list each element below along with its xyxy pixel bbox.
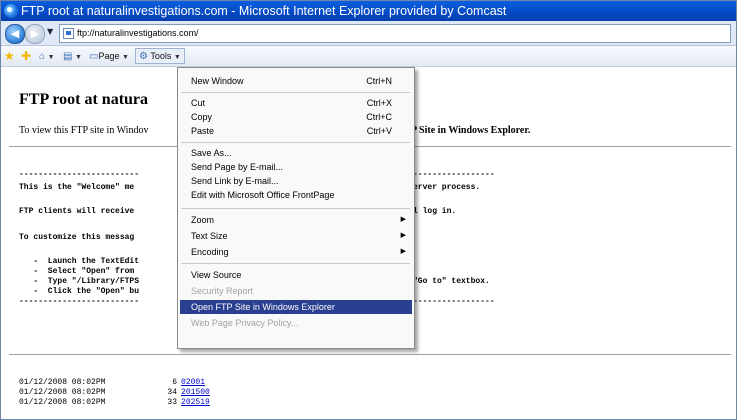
- file-size: 33: [167, 398, 178, 407]
- back-button[interactable]: ◀: [5, 24, 25, 44]
- menu-item-label: Cut: [191, 98, 206, 108]
- menu-item-shortcut: Ctrl+C: [366, 112, 392, 122]
- menu-item-label: Open FTP Site in Windows Explorer: [191, 302, 335, 312]
- page-icon: [63, 28, 74, 39]
- menu-item-send-page[interactable]: Send Page by E-mail...: [180, 160, 412, 174]
- intro-text: To view this FTP site in Windov: [19, 125, 149, 136]
- page-menu-label: Page: [98, 51, 120, 61]
- tools-dropdown-menu: New Window Ctrl+N Cut Ctrl+X Copy Ctrl+C Pa…: [177, 67, 415, 349]
- menu-item-open-ftp-explorer[interactable]: Open FTP Site in Windows Explorer: [180, 300, 412, 314]
- menu-item-label: View Source: [191, 270, 242, 280]
- forward-icon: ▶: [30, 27, 40, 40]
- menu-item-label: Encoding: [191, 247, 229, 257]
- dashes-line: -------------------------: [19, 170, 140, 179]
- menu-item-label: Web Page Privacy Policy...: [191, 318, 299, 328]
- menu-item-label: Save As...: [191, 148, 232, 158]
- menu-item-shortcut: Ctrl+N: [366, 76, 392, 86]
- add-favorites-icon[interactable]: ✚: [21, 49, 31, 63]
- dashes-line: -----------------: [413, 297, 495, 306]
- file-size: 6: [172, 378, 178, 387]
- home-button[interactable]: ⌂ ▼: [39, 49, 55, 63]
- browser-window: FTP root at naturalinvestigations.com - …: [0, 0, 737, 420]
- menu-item-cut[interactable]: Cut Ctrl+X: [180, 96, 412, 110]
- list-item: 01/12/2008 08:02PM 33 202519: [19, 398, 210, 408]
- menu-item-label: New Window: [191, 76, 244, 86]
- menu-item-shortcut: Ctrl+X: [366, 98, 392, 108]
- tools-icon: ⚙: [139, 51, 148, 62]
- page-title: FTP root at natura: [19, 91, 149, 108]
- welcome-line: FTP clients will receive: [19, 207, 135, 216]
- welcome-line: This is the "Welcome" me: [19, 183, 135, 192]
- menu-separator: [181, 208, 410, 209]
- menu-item-view-source[interactable]: View Source: [180, 268, 412, 282]
- file-date: 01/12/2008 08:02PM: [19, 388, 106, 397]
- dashes-line: -------------------------: [19, 297, 140, 306]
- back-icon: ◀: [10, 27, 20, 40]
- menu-item-label: Send Page by E-mail...: [191, 162, 284, 172]
- list-item: 01/12/2008 08:02PM 34 201500: [19, 388, 210, 398]
- dashes-line: -----------------: [413, 170, 495, 179]
- menu-item-text-size[interactable]: Text Size ▶: [180, 229, 412, 243]
- file-date: 01/12/2008 08:02PM: [19, 398, 106, 407]
- menu-item-label: Zoom: [191, 215, 215, 225]
- tools-menu-label: Tools: [150, 51, 172, 61]
- instruction-line: - Click the "Open" bu: [19, 287, 140, 296]
- page-menu-button[interactable]: ▭Page ▼: [89, 49, 129, 63]
- tools-menu-button[interactable]: ⚙ Tools ▼: [135, 48, 185, 64]
- menu-item-label: Paste: [191, 126, 215, 136]
- instruction-line-continued: "Go to" textbox.: [413, 277, 490, 286]
- menu-item-paste[interactable]: Paste Ctrl+V: [180, 124, 412, 138]
- command-bar: ★ ✚ ⌂ ▼ ▤ ▼ ▭Page ▼ ⚙ Tools ▼: [1, 46, 736, 67]
- menu-item-zoom[interactable]: Zoom ▶: [180, 213, 412, 227]
- ie-icon: [4, 4, 18, 18]
- menu-item-new-window[interactable]: New Window Ctrl+N: [180, 74, 412, 88]
- menu-item-label: Security Report: [191, 286, 254, 296]
- print-icon: ▤: [63, 51, 73, 62]
- file-link[interactable]: 202519: [181, 398, 210, 407]
- menu-item-shortcut: Ctrl+V: [366, 126, 392, 136]
- menu-item-encoding[interactable]: Encoding ▶: [180, 245, 412, 259]
- recent-pages-dropdown[interactable]: ▼: [47, 27, 53, 36]
- menu-item-privacy-policy: Web Page Privacy Policy...: [180, 316, 412, 330]
- file-link[interactable]: 201500: [181, 388, 210, 397]
- menu-item-label: Send Link by E-mail...: [191, 176, 279, 186]
- menu-separator: [181, 142, 410, 143]
- menu-item-label: Edit with Microsoft Office FrontPage: [191, 190, 335, 200]
- title-bar: FTP root at naturalinvestigations.com - …: [1, 1, 736, 21]
- address-bar-row: ◀ ▶ ▼ ftp://naturalinvestigations.com/: [1, 21, 736, 46]
- menu-item-security-report: Security Report: [180, 284, 412, 298]
- file-size: 34: [167, 388, 178, 397]
- print-button[interactable]: ▤ ▼: [63, 49, 82, 63]
- menu-item-save-as[interactable]: Save As...: [180, 146, 412, 160]
- divider: [9, 354, 731, 355]
- instruction-line: - Type "/Library/FTPS: [19, 277, 140, 286]
- window-title: FTP root at naturalinvestigations.com - …: [21, 4, 507, 18]
- instruction-line: - Launch the TextEdit: [19, 257, 140, 266]
- home-icon: ⌂: [39, 51, 46, 62]
- menu-item-label: Copy: [191, 112, 213, 122]
- welcome-line-continued: l log in.: [413, 207, 457, 216]
- menu-separator: [181, 92, 410, 93]
- submenu-arrow-icon: ▶: [400, 248, 406, 255]
- menu-separator: [181, 263, 410, 264]
- file-link[interactable]: 02001: [181, 378, 205, 387]
- menu-item-label: Text Size: [191, 231, 228, 241]
- intro-text-continued: P Site in Windows Explorer.: [411, 125, 531, 136]
- file-date: 01/12/2008 08:02PM: [19, 378, 106, 387]
- favorites-star-icon[interactable]: ★: [4, 49, 15, 63]
- submenu-arrow-icon: ▶: [400, 216, 406, 223]
- address-input[interactable]: ftp://naturalinvestigations.com/: [59, 24, 731, 43]
- menu-item-send-link[interactable]: Send Link by E-mail...: [180, 174, 412, 188]
- menu-item-edit-frontpage[interactable]: Edit with Microsoft Office FrontPage: [180, 188, 412, 202]
- welcome-line: To customize this messag: [19, 233, 135, 242]
- instruction-line: - Select "Open" from: [19, 267, 135, 276]
- forward-button[interactable]: ▶: [25, 24, 45, 44]
- welcome-line-continued: erver process.: [413, 183, 481, 192]
- submenu-arrow-icon: ▶: [400, 232, 406, 239]
- list-item: 01/12/2008 08:02PM 6 02001: [19, 378, 205, 388]
- address-text: ftp://naturalinvestigations.com/: [77, 28, 199, 38]
- menu-item-copy[interactable]: Copy Ctrl+C: [180, 110, 412, 124]
